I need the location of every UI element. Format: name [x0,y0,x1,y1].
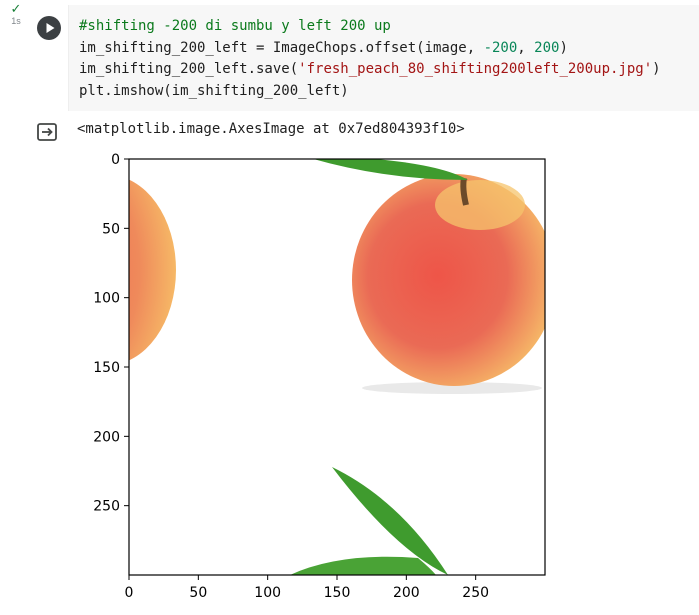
peach-stem [460,177,469,206]
x-axis: 0 50 100 150 200 250 [125,575,489,601]
code-number: 200 [534,39,560,56]
y-tick-label: 50 [102,221,120,237]
y-tick-label: 0 [111,152,120,168]
output-text: <matplotlib.image.AxesImage at 0x7ed8043… [77,121,465,137]
y-tick-label: 150 [93,360,120,376]
code-line-3a: im_shifting_200_left.save( [79,61,299,77]
code-string: 'fresh_peach_80_shifting200left_200up.jp… [298,61,653,77]
code-number: -200 [483,39,518,56]
x-tick-label: 50 [189,585,207,601]
y-tick-label: 250 [93,499,120,515]
execution-time: 1s [11,16,21,26]
peach-left-fragment [129,179,176,361]
code-comment: #shifting -200 di sumbu y left 200 up [79,18,391,34]
y-axis: 0 50 100 150 200 250 [93,152,129,515]
code-line-3-end: ) [652,61,661,77]
code-text[interactable]: #shifting -200 di sumbu y left 200 up im… [79,16,661,102]
code-line-2-sep: , [517,39,535,56]
code-editor[interactable]: #shifting -200 di sumbu y left 200 up im… [68,5,699,111]
cell-execution-status: ✓ 1s [6,1,26,27]
peach-highlight [435,180,525,230]
output-redirect-icon [37,123,57,141]
code-line-4: plt.imshow(im_shifting_200_left) [79,82,349,99]
play-icon [46,23,55,33]
code-line-2a: im_shifting_200_left = ImageChops.offset… [79,39,484,56]
success-check-icon: ✓ [10,1,22,16]
y-tick-label: 100 [93,291,120,307]
x-tick-label: 0 [125,585,134,601]
y-tick-label: 200 [93,429,120,445]
x-tick-label: 250 [462,585,489,601]
x-tick-label: 100 [254,585,281,601]
code-line-2-end: ) [559,39,568,56]
image-plot: 0 50 100 150 200 250 0 50 100 150 200 250 [93,152,546,601]
x-tick-label: 150 [324,585,351,601]
x-tick-label: 200 [393,585,420,601]
run-cell-button[interactable] [37,16,61,40]
